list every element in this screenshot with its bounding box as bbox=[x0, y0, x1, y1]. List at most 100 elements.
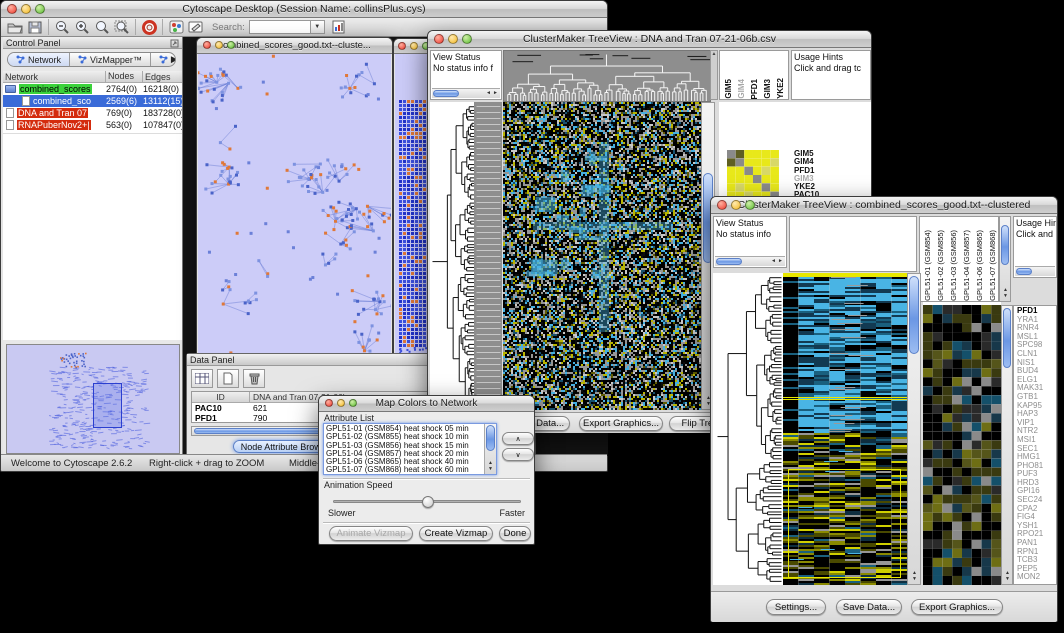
column-labels-panel[interactable]: GPL51-01 (GSM854)GPL51-02 (GSM855)GPL51-… bbox=[919, 216, 999, 302]
minimize-button[interactable] bbox=[410, 42, 418, 50]
network-graph-canvas[interactable] bbox=[198, 54, 391, 359]
close-button[interactable] bbox=[717, 200, 727, 210]
column-label: GPL51-03 (GSM856) bbox=[949, 230, 959, 301]
vizmapper-icon[interactable] bbox=[166, 18, 186, 36]
annotation-icon[interactable] bbox=[186, 18, 206, 36]
minimize-button[interactable] bbox=[731, 200, 741, 210]
network-view-titlebar[interactable]: combined_scores_good.txt--cluste... bbox=[197, 38, 392, 54]
control-panel-tab[interactable]: ▶ bbox=[151, 53, 176, 66]
new-attribute-icon[interactable] bbox=[217, 369, 239, 388]
network-tree-row[interactable]: DNA and Tran 07 769(0) 183728(0) bbox=[3, 107, 182, 119]
attribute-listbox[interactable]: GPL51-01 (GSM854) heat shock 05 minGPL51… bbox=[323, 423, 497, 475]
heatmap-canvas[interactable] bbox=[783, 273, 907, 585]
speed-slider[interactable] bbox=[333, 500, 521, 503]
row-labels-panel[interactable]: GIM5GIM4PFD1GIM3YKE2PAC10 bbox=[794, 150, 819, 200]
open-session-icon[interactable] bbox=[5, 18, 25, 36]
usage-hints-hscrollbar[interactable] bbox=[1015, 266, 1055, 276]
zoom-fit-icon[interactable] bbox=[112, 18, 132, 36]
close-button[interactable] bbox=[434, 34, 444, 44]
zoom-button[interactable] bbox=[35, 4, 45, 14]
done-button[interactable]: Done bbox=[499, 526, 531, 541]
usage-hints-text: Click and bbox=[1014, 229, 1056, 240]
control-panel-tab[interactable]: VizMapper™ bbox=[70, 53, 151, 66]
animate-vizmap-button[interactable]: Animate Vizmap bbox=[329, 526, 413, 541]
treeview1-title: ClusterMaker TreeView : DNA and Tran 07-… bbox=[523, 33, 776, 45]
network-tab-icon bbox=[159, 55, 168, 64]
network-tree-row[interactable]: combined_scores 2764(0) 16218(0) bbox=[3, 83, 182, 95]
zoom-selected-icon[interactable] bbox=[92, 18, 112, 36]
minimize-button[interactable] bbox=[448, 34, 458, 44]
export-graphics-button[interactable]: Export Graphics... bbox=[911, 599, 1003, 615]
zoom-in-icon[interactable] bbox=[72, 18, 92, 36]
save-data-button[interactable]: Save Data... bbox=[836, 599, 902, 615]
row-dendrogram-canvas[interactable] bbox=[713, 273, 783, 585]
minimize-button[interactable] bbox=[337, 399, 345, 407]
network-view-window: combined_scores_good.txt--cluste... bbox=[196, 37, 393, 360]
network-canvas-area[interactable] bbox=[198, 54, 391, 359]
row-dendrogram-canvas[interactable] bbox=[430, 102, 502, 410]
control-panel-tab[interactable]: Network bbox=[8, 53, 70, 66]
close-button[interactable] bbox=[325, 399, 333, 407]
minimize-button[interactable] bbox=[21, 4, 31, 14]
column-labels-vscrollbar[interactable]: ▲▼ bbox=[999, 216, 1011, 302]
create-vizmap-button[interactable]: Create Vizmap bbox=[419, 526, 493, 541]
network-item-icon bbox=[6, 108, 14, 118]
column-dendrogram-canvas[interactable] bbox=[503, 50, 711, 102]
network-overview-panel[interactable] bbox=[6, 344, 180, 454]
view-status-hscrollbar[interactable]: ◄► bbox=[715, 256, 785, 266]
control-panel-header: Control Panel bbox=[3, 37, 182, 49]
column-dendrogram-area[interactable] bbox=[789, 216, 917, 272]
detail-heatmap-canvas[interactable] bbox=[923, 305, 1001, 585]
zoom-button[interactable] bbox=[227, 41, 235, 49]
status-welcome: Welcome to Cytoscape 2.6.2 bbox=[11, 458, 132, 469]
detail-vscrollbar[interactable]: ▲▼ bbox=[1001, 305, 1013, 585]
zoom-button[interactable] bbox=[349, 399, 357, 407]
close-button[interactable] bbox=[7, 4, 17, 14]
delete-attribute-icon[interactable] bbox=[243, 369, 265, 388]
column-labels-panel[interactable]: GIM5GIM4PFD1GIM3YKE2PAC10 bbox=[719, 50, 789, 100]
search-label: Search: bbox=[212, 22, 245, 33]
treeview-window-combined: ClusterMaker TreeView : combined_scores_… bbox=[710, 196, 1058, 622]
slider-thumb[interactable] bbox=[422, 496, 434, 508]
heatmap-vscrollbar[interactable]: ▲▼ bbox=[907, 273, 921, 585]
close-button[interactable] bbox=[398, 42, 406, 50]
network-item-edges: 13112(15) bbox=[143, 96, 182, 106]
network-overview-canvas[interactable] bbox=[7, 345, 179, 453]
main-titlebar[interactable]: Cytoscape Desktop (Session Name: collins… bbox=[1, 1, 607, 18]
view-status-hscrollbar[interactable]: ◄► bbox=[432, 88, 500, 98]
move-up-button[interactable]: ∧ bbox=[502, 432, 534, 445]
view-status-panel: View Status No status info f ◄► bbox=[430, 50, 502, 100]
settings-button[interactable]: Settings... bbox=[766, 599, 826, 615]
close-button[interactable] bbox=[203, 41, 211, 49]
status-hint-zoom: Right-click + drag to ZOOM bbox=[149, 458, 264, 469]
attribute-list-vscrollbar[interactable]: ▲▼ bbox=[484, 424, 496, 474]
search-dropdown-button[interactable]: ▼ bbox=[311, 20, 325, 34]
network-tree-row[interactable]: combined_sco 2569(6) 13112(15) bbox=[3, 95, 182, 107]
minimize-button[interactable] bbox=[215, 41, 223, 49]
network-item-name: RNAPuberNov2+| bbox=[17, 120, 91, 130]
status-hint-middle: Middle- bbox=[289, 458, 320, 469]
table-mode-icon[interactable] bbox=[191, 369, 213, 388]
network-tree-row[interactable]: RNAPuberNov2+| 563(0) 107847(0) bbox=[3, 119, 182, 131]
zoom-button[interactable] bbox=[462, 34, 472, 44]
treeview1-titlebar[interactable]: ClusterMaker TreeView : DNA and Tran 07-… bbox=[428, 31, 871, 48]
zoom-button[interactable] bbox=[745, 200, 755, 210]
save-session-icon[interactable] bbox=[25, 18, 45, 36]
attribute-item[interactable]: GPL51-07 (GSM868) heat shock 60 min bbox=[324, 466, 484, 474]
correlation-matrix-canvas[interactable] bbox=[727, 150, 779, 200]
network-item-name: combined_scores bbox=[19, 84, 92, 94]
dialog-titlebar[interactable]: Map Colors to Network bbox=[319, 396, 534, 412]
report-icon[interactable] bbox=[330, 18, 350, 36]
float-panel-icon[interactable] bbox=[170, 39, 179, 48]
search-input[interactable] bbox=[249, 20, 311, 34]
column-header-id[interactable]: ID bbox=[192, 392, 250, 402]
help-icon[interactable] bbox=[139, 18, 159, 36]
usage-hints-title: Usage Hints bbox=[1014, 217, 1056, 229]
treeview2-button-row: Settings... Save Data... Export Graphics… bbox=[711, 591, 1057, 622]
move-down-button[interactable]: ∨ bbox=[502, 448, 534, 461]
zoom-out-icon[interactable] bbox=[52, 18, 72, 36]
treeview2-titlebar[interactable]: ClusterMaker TreeView : combined_scores_… bbox=[711, 197, 1057, 214]
heatmap-canvas[interactable] bbox=[503, 102, 701, 410]
gene-list-panel[interactable]: PFD1YRA1RNR4MSL1SPC98CLN1NIS1BUD4ELG1MAK… bbox=[1013, 305, 1057, 585]
export-graphics-button[interactable]: Export Graphics... bbox=[579, 416, 663, 431]
